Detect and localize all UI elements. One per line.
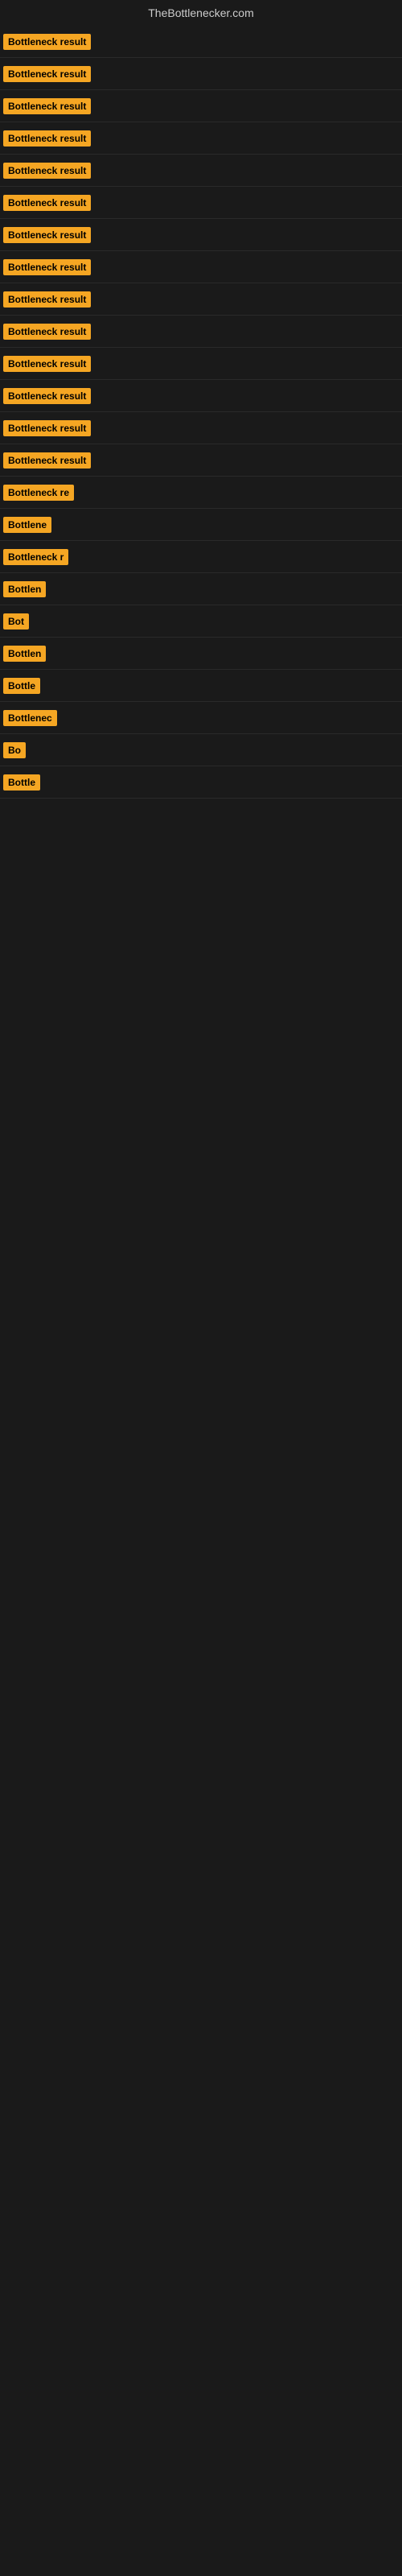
bottleneck-badge-2[interactable]: Bottleneck result — [3, 66, 91, 82]
result-row-14: Bottleneck result — [0, 444, 402, 477]
result-row-5: Bottleneck result — [0, 155, 402, 187]
result-row-9: Bottleneck result — [0, 283, 402, 316]
bottleneck-badge-13[interactable]: Bottleneck result — [3, 420, 91, 436]
bottleneck-badge-18[interactable]: Bottlen — [3, 581, 46, 597]
bottleneck-badge-9[interactable]: Bottleneck result — [3, 291, 91, 308]
bottleneck-badge-15[interactable]: Bottleneck re — [3, 485, 74, 501]
result-row-21: Bottle — [0, 670, 402, 702]
result-row-24: Bottle — [0, 766, 402, 799]
result-row-22: Bottlenec — [0, 702, 402, 734]
bottleneck-badge-20[interactable]: Bottlen — [3, 646, 46, 662]
bottleneck-badge-17[interactable]: Bottleneck r — [3, 549, 68, 565]
result-row-20: Bottlen — [0, 638, 402, 670]
bottleneck-badge-11[interactable]: Bottleneck result — [3, 356, 91, 372]
result-row-18: Bottlen — [0, 573, 402, 605]
result-row-1: Bottleneck result — [0, 26, 402, 58]
bottleneck-badge-14[interactable]: Bottleneck result — [3, 452, 91, 469]
bottleneck-badge-4[interactable]: Bottleneck result — [3, 130, 91, 147]
bottleneck-badge-19[interactable]: Bot — [3, 613, 29, 630]
bottleneck-badge-10[interactable]: Bottleneck result — [3, 324, 91, 340]
bottleneck-badge-23[interactable]: Bo — [3, 742, 26, 758]
bottleneck-badge-1[interactable]: Bottleneck result — [3, 34, 91, 50]
bottleneck-badge-24[interactable]: Bottle — [3, 774, 40, 791]
result-row-17: Bottleneck r — [0, 541, 402, 573]
result-row-7: Bottleneck result — [0, 219, 402, 251]
bottleneck-badge-8[interactable]: Bottleneck result — [3, 259, 91, 275]
bottleneck-badge-21[interactable]: Bottle — [3, 678, 40, 694]
bottleneck-badge-16[interactable]: Bottlene — [3, 517, 51, 533]
result-row-13: Bottleneck result — [0, 412, 402, 444]
bottleneck-badge-7[interactable]: Bottleneck result — [3, 227, 91, 243]
result-row-23: Bo — [0, 734, 402, 766]
result-row-2: Bottleneck result — [0, 58, 402, 90]
result-row-10: Bottleneck result — [0, 316, 402, 348]
site-title: TheBottlenecker.com — [0, 0, 402, 26]
result-row-3: Bottleneck result — [0, 90, 402, 122]
result-row-16: Bottlene — [0, 509, 402, 541]
result-row-19: Bot — [0, 605, 402, 638]
results-list: Bottleneck result Bottleneck result Bottle… — [0, 26, 402, 799]
result-row-12: Bottleneck result — [0, 380, 402, 412]
result-row-11: Bottleneck result — [0, 348, 402, 380]
result-row-6: Bottleneck result — [0, 187, 402, 219]
result-row-4: Bottleneck result — [0, 122, 402, 155]
bottleneck-badge-12[interactable]: Bottleneck result — [3, 388, 91, 404]
bottleneck-badge-22[interactable]: Bottlenec — [3, 710, 57, 726]
bottleneck-badge-5[interactable]: Bottleneck result — [3, 163, 91, 179]
bottleneck-badge-3[interactable]: Bottleneck result — [3, 98, 91, 114]
result-row-15: Bottleneck re — [0, 477, 402, 509]
result-row-8: Bottleneck result — [0, 251, 402, 283]
bottleneck-badge-6[interactable]: Bottleneck result — [3, 195, 91, 211]
